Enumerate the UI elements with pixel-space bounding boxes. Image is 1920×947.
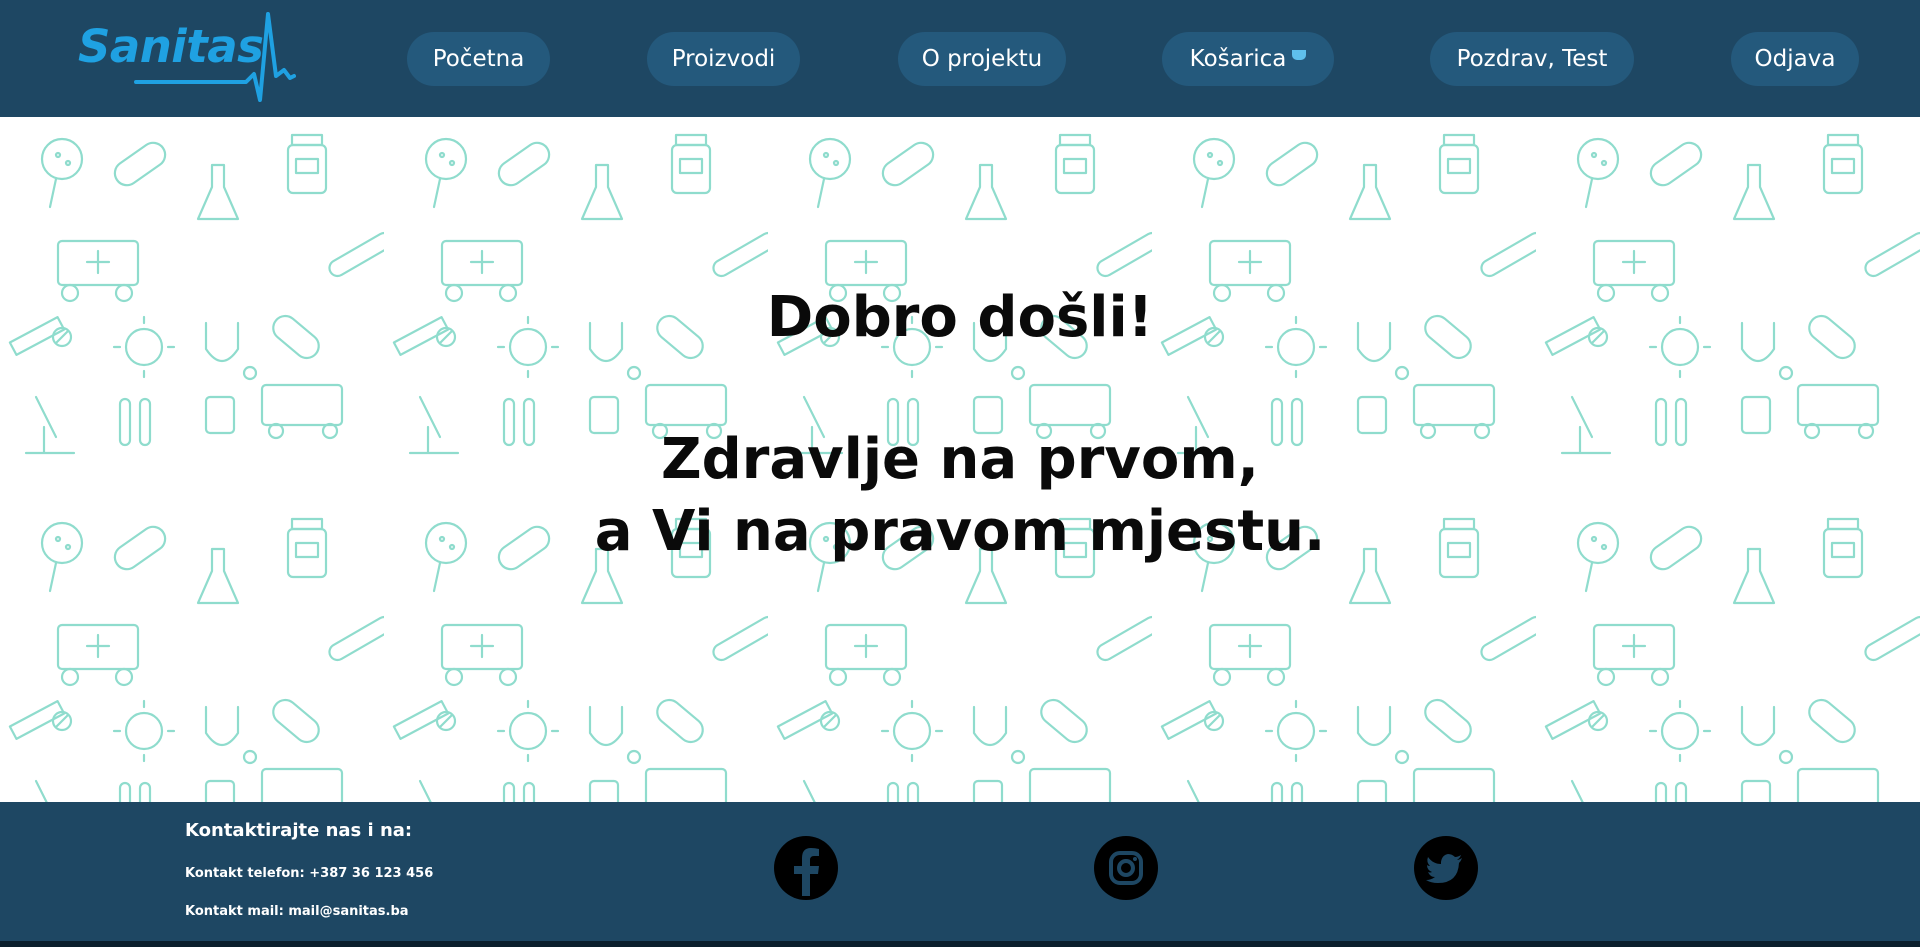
nav-label: Košarica	[1189, 46, 1287, 72]
heartbeat-icon	[134, 12, 296, 102]
tagline-line-2: a Vi na pravom mjestu.	[594, 499, 1326, 564]
contact-title: Kontaktirajte nas i na:	[185, 820, 413, 841]
nav-pocetna-button[interactable]: Početna	[407, 32, 550, 86]
nav-label: Odjava	[1754, 46, 1836, 72]
cart-icon	[1292, 50, 1307, 60]
instagram-link[interactable]	[1094, 836, 1158, 900]
contact-mail: Kontakt mail: mail@sanitas.ba	[185, 904, 409, 919]
nav-odjava-button[interactable]: Odjava	[1731, 32, 1859, 86]
hero-section: Dobro došli! Zdravlje na prvom, a Vi na …	[0, 117, 1920, 802]
nav-kosarica-button[interactable]: Košarica	[1162, 32, 1334, 86]
nav-label: Pozdrav, Test	[1456, 46, 1608, 72]
contact-phone: Kontakt telefon: +387 36 123 456	[185, 866, 434, 881]
nav-label: O projektu	[921, 46, 1043, 72]
nav-label: Proizvodi	[671, 46, 776, 72]
tagline-line-1: Zdravlje na prvom,	[661, 427, 1259, 492]
nav-label: Početna	[432, 46, 525, 72]
site-footer: Kontaktirajte nas i na: Kontakt telefon:…	[0, 802, 1920, 947]
sanitas-logo[interactable]: Sanitas	[76, 12, 296, 104]
nav-proizvodi-button[interactable]: Proizvodi	[647, 32, 800, 86]
facebook-icon	[794, 848, 819, 896]
facebook-link[interactable]	[774, 836, 838, 900]
twitter-icon	[1426, 854, 1462, 883]
nav-user-greeting-button[interactable]: Pozdrav, Test	[1430, 32, 1634, 86]
welcome-heading: Dobro došli!	[766, 285, 1154, 350]
instagram-icon	[1109, 851, 1143, 885]
footer-bottom-strip	[0, 941, 1920, 947]
nav-o-projektu-button[interactable]: O projektu	[898, 32, 1066, 86]
site-header: Sanitas Početna Proizvodi O projektu Koš…	[0, 0, 1920, 117]
twitter-link[interactable]	[1414, 836, 1478, 900]
